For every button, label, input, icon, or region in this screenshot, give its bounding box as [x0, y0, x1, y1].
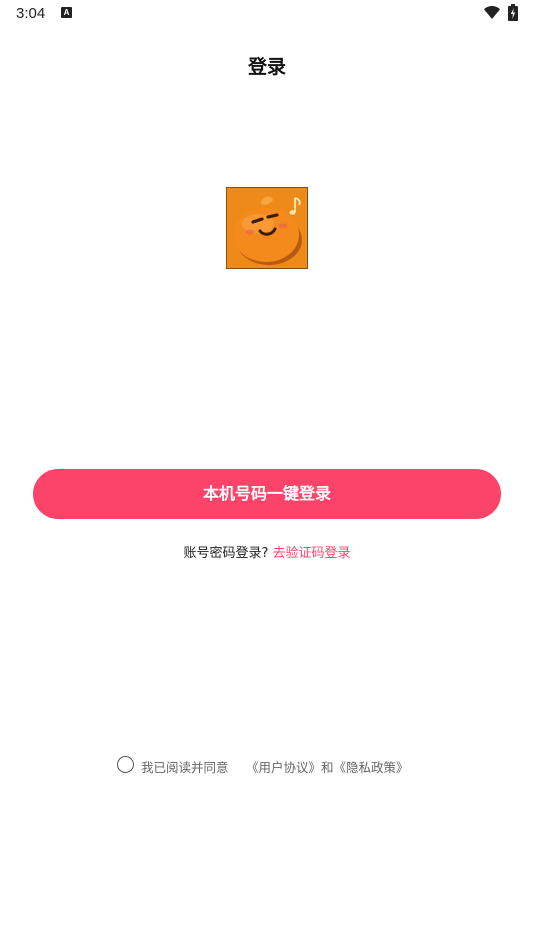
agreement-links: 《用户协议》和《隐私政策》 — [246, 757, 409, 776]
user-agreement-link[interactable]: 《用户协议》 — [246, 760, 321, 775]
notification-a-icon: A — [61, 7, 72, 18]
app-logo — [226, 187, 308, 269]
page-title: 登录 — [247, 56, 286, 78]
orange-mascot-logo-icon — [227, 188, 307, 268]
login-screen: 3:04 A 登录 本机号码一键登录 账号密码登录? 去验证码登录 我已阅读并同… — [0, 0, 534, 950]
agreement-conjunction: 和 — [321, 760, 334, 775]
wifi-icon — [484, 6, 500, 19]
password-login-prompt[interactable]: 账号密码登录? — [183, 546, 268, 561]
alt-login-row: 账号密码登录? 去验证码登录 — [0, 542, 534, 561]
battery-charging-icon — [508, 4, 518, 21]
agreement-checkbox[interactable] — [117, 756, 134, 773]
sms-code-login-link[interactable]: 去验证码登录 — [273, 546, 351, 561]
agreement-text: 我已阅读并同意 — [141, 760, 229, 775]
one-click-login-button[interactable]: 本机号码一键登录 — [33, 469, 501, 519]
status-time: 3:04 — [16, 5, 46, 22]
privacy-policy-link[interactable]: 《隐私政策》 — [334, 760, 409, 775]
status-bar: 3:04 A — [0, 0, 534, 28]
